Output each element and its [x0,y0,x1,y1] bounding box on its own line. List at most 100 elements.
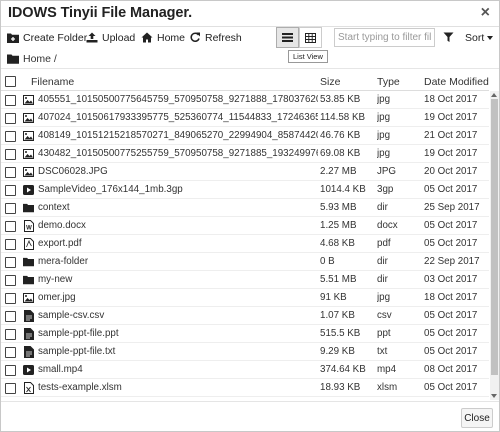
sort-button[interactable]: Sort [443,29,494,46]
row-checkbox[interactable] [5,275,16,286]
close-button[interactable]: Close [461,408,493,428]
file-row[interactable]: Wdemo.docx 1.25 MB docx 05 Oct 2017 [1,217,489,235]
file-name[interactable]: tests-example.xlsm [38,379,318,397]
video-icon [23,364,34,376]
refresh-button[interactable]: Refresh [189,29,242,46]
folder-icon [23,202,34,214]
file-size: 46.76 KB [320,130,361,141]
breadcrumb-home-link[interactable]: Home / [23,53,57,65]
file-size: 4.68 KB [320,238,355,249]
file-name[interactable]: mera-folder [38,253,318,271]
file-size: 2.27 MB [320,166,357,177]
upload-button[interactable]: Upload [86,29,135,46]
scroll-up-arrow-icon[interactable] [491,93,497,97]
folder-icon [23,256,34,268]
size-header[interactable]: Size [320,73,340,91]
home-button[interactable]: Home [141,29,185,46]
image-icon [23,166,34,178]
video-icon [23,184,34,196]
row-checkbox[interactable] [5,257,16,268]
file-name[interactable]: sample-ppt-file.txt [38,343,318,361]
file-type: jpg [377,130,391,141]
file-name[interactable]: sample-ppt-file.ppt [38,325,318,343]
file-name[interactable]: my-new [38,271,318,289]
file-type: xlsm [377,382,398,393]
file-row[interactable]: context 5.93 MB dir 25 Sep 2017 [1,199,489,217]
row-checkbox[interactable] [5,149,16,160]
file-name[interactable]: 405551_10150500775645759_570950758_92718… [38,91,318,109]
file-size: 53.85 KB [320,94,361,105]
file-name[interactable]: DSC06028.JPG [38,163,318,181]
row-checkbox[interactable] [5,239,16,250]
row-checkbox[interactable] [5,311,16,322]
filename-header[interactable]: Filename [31,73,74,91]
row-checkbox[interactable] [5,347,16,358]
file-icon [23,310,34,322]
row-checkbox[interactable] [5,221,16,232]
file-type: 3gp [377,184,394,195]
create-folder-button[interactable]: Create Folder [7,29,87,46]
file-date: 20 Oct 2017 [424,166,478,177]
file-date: 05 Oct 2017 [424,328,478,339]
dialog-title-bar: IDOWS Tinyii File Manager. × [1,1,499,27]
scroll-down-arrow-icon[interactable] [491,394,497,398]
file-name[interactable]: small.mp4 [38,361,318,379]
file-date: 18 Oct 2017 [424,292,478,303]
file-name[interactable]: export.pdf [38,235,318,253]
folder-icon [7,54,19,64]
row-checkbox[interactable] [5,131,16,142]
file-row[interactable]: my-new 5.51 MB dir 03 Oct 2017 [1,271,489,289]
file-row[interactable]: export.pdf 4.68 KB pdf 05 Oct 2017 [1,235,489,253]
file-name[interactable]: context [38,199,318,217]
file-date: 19 Oct 2017 [424,112,478,123]
file-size: 9.29 KB [320,346,355,357]
file-row[interactable]: mera-folder 0 B dir 22 Sep 2017 [1,253,489,271]
row-checkbox[interactable] [5,203,16,214]
file-row[interactable]: 408149_10151215218570271_849065270_22994… [1,127,489,145]
row-checkbox[interactable] [5,113,16,124]
row-checkbox[interactable] [5,383,16,394]
date-modified-header[interactable]: Date Modified [424,73,489,91]
file-manager-dialog: IDOWS Tinyii File Manager. × Create Fold… [0,0,500,432]
file-row[interactable]: sample-ppt-file.ppt 515.5 KB ppt 05 Oct 201… [1,325,489,343]
file-size: 91 KB [320,292,347,303]
file-row[interactable]: sample-csv.csv 1.07 KB csv 05 Oct 2017 [1,307,489,325]
dialog-title: IDOWS Tinyii File Manager. [8,5,193,21]
dialog-close-icon[interactable]: × [481,4,490,22]
file-date: 05 Oct 2017 [424,238,478,249]
file-name[interactable]: SampleVideo_176x144_1mb.3gp [38,181,318,199]
file-name[interactable]: 407024_10150617933395775_525360774_11544… [38,109,318,127]
select-all-checkbox[interactable] [5,76,16,87]
dialog-footer: Close [1,401,499,432]
file-name[interactable]: sample-csv.csv [38,307,318,325]
file-row[interactable]: omer.jpg 91 KB jpg 18 Oct 2017 [1,289,489,307]
row-checkbox[interactable] [5,293,16,304]
row-checkbox[interactable] [5,365,16,376]
file-date: 03 Oct 2017 [424,274,478,285]
row-checkbox[interactable] [5,185,16,196]
create-folder-label: Create Folder [23,31,88,44]
grid-view-button[interactable] [299,27,322,48]
file-row[interactable]: small.mp4 374.64 KB mp4 08 Oct 2017 [1,361,489,379]
file-row[interactable]: 407024_10150617933395775_525360774_11544… [1,109,489,127]
row-checkbox[interactable] [5,95,16,106]
file-row[interactable]: 405551_10150500775645759_570950758_92718… [1,91,489,109]
file-row[interactable]: SampleVideo_176x144_1mb.3gp 1014.4 KB 3gp 0… [1,181,489,199]
row-checkbox[interactable] [5,167,16,178]
file-name[interactable]: omer.jpg [38,289,318,307]
type-header[interactable]: Type [377,73,400,91]
filter-input[interactable] [334,28,435,47]
row-checkbox[interactable] [5,329,16,340]
file-name[interactable]: 408149_10151215218570271_849065270_22994… [38,127,318,145]
list-view-tooltip: List View [288,50,328,63]
file-name[interactable]: 430482_10150500775255759_570950758_92718… [38,145,318,163]
file-name[interactable]: demo.docx [38,217,318,235]
scroll-thumb[interactable] [491,99,498,375]
file-row[interactable]: DSC06028.JPG 2.27 MB JPG 20 Oct 2017 [1,163,489,181]
file-date: 21 Oct 2017 [424,130,478,141]
file-row[interactable]: sample-ppt-file.txt 9.29 KB txt 05 Oct 2017 [1,343,489,361]
scrollbar[interactable] [490,91,499,400]
file-row[interactable]: tests-example.xlsm 18.93 KB xlsm 05 Oct 201… [1,379,489,397]
file-row[interactable]: 430482_10150500775255759_570950758_92718… [1,145,489,163]
list-view-button[interactable] [276,27,299,48]
